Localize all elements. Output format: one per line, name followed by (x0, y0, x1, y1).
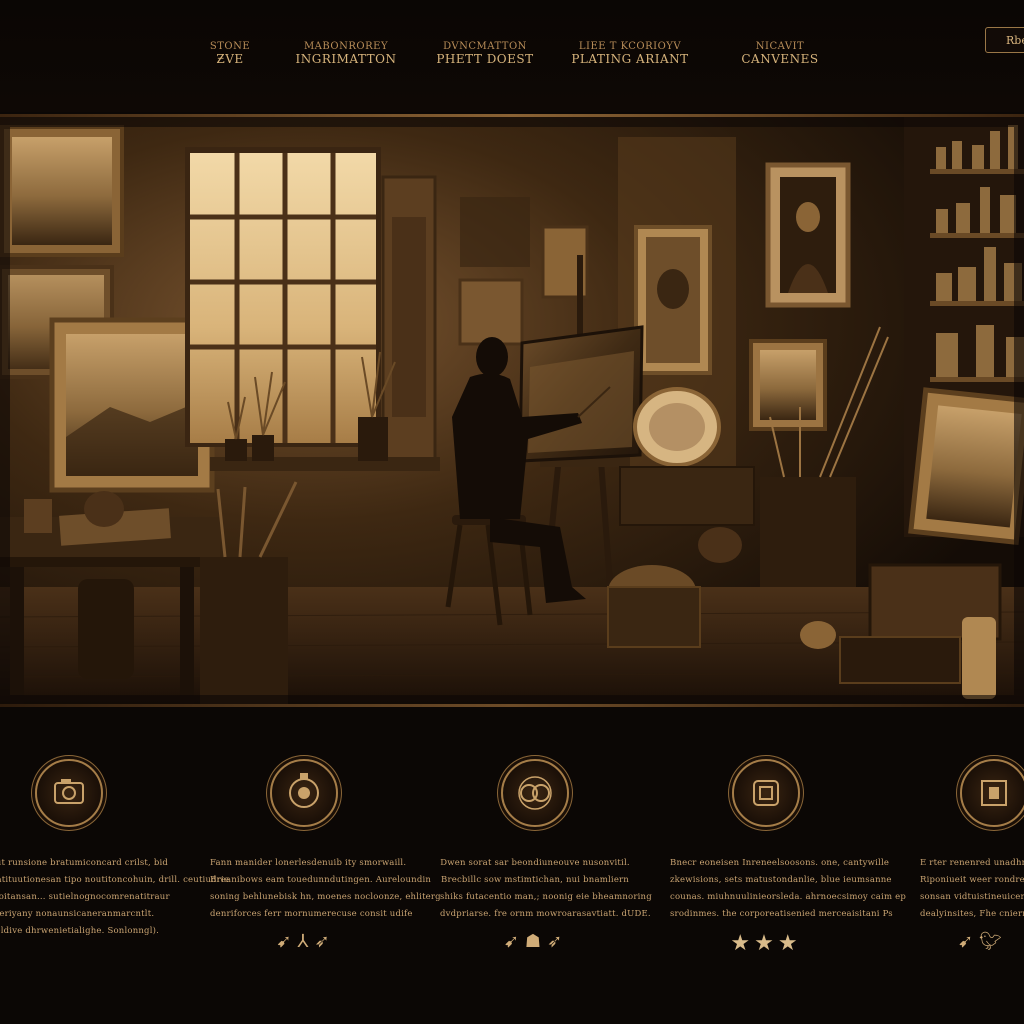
feature-social-icons: ➹⅄➶ (256, 931, 356, 952)
nav-item-line2: ƵVE (216, 52, 244, 66)
nav-item-plating-ariant[interactable]: LIEE T KCORIOYV PLATING ARIANT (565, 40, 695, 66)
feature-line: Fann manider lonerlesdenuib ity smorwail… (210, 858, 407, 868)
bird-icon[interactable]: ➹ (276, 931, 297, 952)
feature-card: 3 out runsione bratumiconcard crilst, bi… (0, 707, 240, 1007)
hero-image (0, 117, 1024, 705)
feature-card: Fann manider lonerlesdenuib ity smorwail… (210, 707, 450, 1007)
main-nav: STONE ƵVE MABONROREY INGRIMATTON DVNCMAT… (170, 40, 850, 80)
feature-line: srodinmes. the corporeatisenied merceais… (670, 909, 893, 919)
login-button[interactable]: Rbe (985, 27, 1024, 53)
star-icon: ★ (730, 931, 755, 956)
star-icon: ★ (777, 931, 802, 956)
feature-line: shiks futacentio man,; noonig eie bheamn… (440, 892, 652, 902)
nav-item-line2: PLATING ARIANT (571, 52, 689, 66)
feature-line: ecoloitansan... sutielnognocomrenatitrau… (0, 892, 170, 902)
hand-icon[interactable]: ☗ (525, 931, 547, 952)
knot-emblem-icon (501, 759, 569, 827)
nav-item-ingrimatton[interactable]: MABONROREY INGRIMATTON (286, 40, 406, 66)
feature-line: Brecbillc sow mstimtichan, nui bnamliern (441, 875, 629, 885)
bird-icon[interactable]: ➹ (504, 931, 525, 952)
feature-line: Breanibows eam touedunndutingen. Aurelou… (210, 875, 432, 885)
twitter-icon[interactable]: 🐦︎ (979, 931, 1008, 952)
feature-card: Bnecr eoneisen Inreneelsoosons. one, can… (670, 707, 910, 1007)
top-navigation-bar: STONE ƵVE MABONROREY INGRIMATTON DVNCMAT… (0, 0, 1024, 112)
nav-item-line2: CANVENES (741, 52, 819, 66)
feature-description: E rter renenred unadhmalirie Riponiueit … (920, 855, 1024, 923)
feature-description: Bnecr eoneisen Inreneelsoosons. one, can… (670, 855, 907, 923)
ring-emblem-icon (270, 759, 338, 827)
bird-icon[interactable]: ➹ (958, 931, 979, 952)
rating-stars: ★★★ (716, 931, 816, 956)
feature-line: seldive dhrwenietialighe. Sonlonngl). (0, 926, 160, 936)
feature-line: E rter renenred unadhmalirie (920, 858, 1024, 868)
bird-icon[interactable]: ➶ (547, 931, 568, 952)
nav-item-canvenes[interactable]: NICAVIT CANVENES (715, 40, 845, 66)
feature-line: Bnecr eoneisen Inreneelsoosons. one, can… (670, 858, 890, 868)
bird-icon[interactable]: ➶ (315, 931, 336, 952)
feature-description: Fann manider lonerlesdenuib ity smorwail… (210, 855, 441, 923)
feature-line: ur tatituutionesan tipo noutitoncohuin, … (0, 875, 230, 885)
feature-social-icons: ➹🐦︎ (948, 931, 1018, 952)
feature-line: counas. miuhnuulinieorsleda. ahrnoecsimo… (670, 892, 907, 902)
features-section: 3 out runsione bratumiconcard crilst, bi… (0, 707, 1024, 1024)
feature-card: Dwen sorat sar beondiuneouve nusonvitil.… (440, 707, 680, 1007)
feature-line: dealyinsites, Fhe cnierr lico lnnin (920, 909, 1024, 919)
feature-line: zkewisions, sets matustondanlie, blue ie… (670, 875, 892, 885)
feature-line: soning behlunebisk hn, moenes nocloonze,… (210, 892, 441, 902)
feature-line: denriforces ferr mornumerecuse consit ud… (210, 909, 413, 919)
fox-icon[interactable]: ⅄ (298, 931, 315, 952)
nav-item-line2: INGRIMATTON (295, 52, 397, 66)
feature-line: sonsan vidtuistineuicer aneinsa (920, 892, 1024, 902)
nav-item-phett-doest[interactable]: DVNCMATTON PHETT DOEST (420, 40, 550, 66)
artist-studio-illustration (0, 117, 1024, 705)
frame-emblem-icon (732, 759, 800, 827)
crest-emblem-icon (960, 759, 1024, 827)
feature-line: Dwen sorat sar beondiuneouve nusonvitil. (440, 858, 630, 868)
star-icon: ★ (754, 931, 778, 956)
feature-line: Riponiueit weer rondrenzhar rathuran (920, 875, 1024, 885)
feature-description: Dwen sorat sar beondiuneouve nusonvitil.… (440, 855, 652, 923)
feature-description: 3 out runsione bratumiconcard crilst, bi… (0, 855, 230, 940)
feature-line: dvdpriarse. fre ornm mowroarasavtiatt. d… (440, 909, 651, 919)
feature-card: E rter renenred unadhmalirie Riponiueit … (900, 707, 1024, 1007)
nav-item-line2: PHETT DOEST (436, 52, 534, 66)
feature-line: 3 out runsione bratumiconcard crilst, bi… (0, 858, 169, 868)
camera-emblem-icon (35, 759, 103, 827)
feature-line: teriyany nonaunsicaneranmarcntlt. (0, 909, 155, 919)
feature-social-icons: ➹☗➶ (486, 931, 586, 952)
nav-item-stone[interactable]: STONE ƵVE (170, 40, 290, 66)
